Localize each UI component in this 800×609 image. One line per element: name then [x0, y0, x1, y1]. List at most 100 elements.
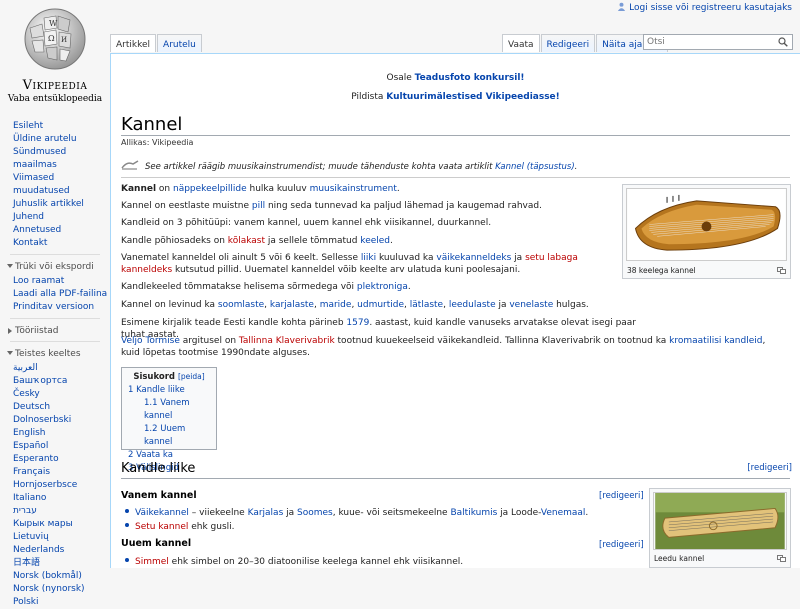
sidebar-divider — [10, 341, 100, 342]
article-link[interactable]: udmurtide — [357, 300, 404, 310]
notice-line-1: Osale Teadusfoto konkursil! — [111, 69, 800, 88]
lang-link[interactable]: Français — [0, 466, 110, 479]
lang-link[interactable]: Hornjoserbsce — [0, 479, 110, 492]
notice-link-photo-contest[interactable]: Teadusfoto konkursil! — [415, 73, 525, 83]
lang-link[interactable]: Polski — [0, 596, 110, 609]
sidebar-item-printable[interactable]: Prinditav versioon — [0, 301, 110, 314]
tab-view[interactable]: Vaata — [502, 34, 540, 52]
lang-link[interactable]: Nederlands — [0, 544, 110, 557]
subsection-heading: Vanem kannel — [121, 490, 197, 501]
article-link[interactable]: venelaste — [509, 300, 553, 310]
sidebar-item-help[interactable]: Juhend — [0, 211, 110, 224]
article-link[interactable]: Väikekannel — [135, 508, 189, 518]
article-link[interactable]: Baltikumis — [450, 508, 497, 518]
edit-section-link[interactable]: [redigeeri] — [599, 540, 644, 550]
edit-section-link[interactable]: [redigeeri] — [599, 491, 644, 501]
article-link[interactable]: leedulaste — [449, 300, 496, 310]
sidebar-item-random[interactable]: Juhuslik artikkel — [0, 198, 110, 211]
missing-article-link[interactable]: Tallinna Klaverivabrik — [239, 336, 335, 346]
disambiguation-icon — [121, 160, 139, 170]
text: , kuue- või seitsmekeelne — [332, 508, 451, 518]
hatnote-divider — [121, 177, 790, 178]
lang-link[interactable]: 日本語 — [0, 557, 110, 570]
leedu-kannel-image[interactable] — [653, 492, 787, 550]
toc-link[interactable]: 2 Vaata ka — [128, 450, 173, 460]
notice-link-monuments[interactable]: Kultuurimälestised Vikipeediasse! — [386, 92, 560, 102]
article-link[interactable]: lätlaste — [410, 300, 443, 310]
lang-link[interactable]: Deutsch — [0, 401, 110, 414]
missing-article-link[interactable]: Simmel — [135, 557, 169, 567]
lang-link[interactable]: Lietuvių — [0, 531, 110, 544]
sidebar-item-discussion[interactable]: Üldine arutelu — [0, 133, 110, 146]
lang-link[interactable]: العربية — [0, 362, 110, 375]
search-icon[interactable] — [778, 37, 788, 47]
page-title: Kannel — [121, 114, 183, 135]
enlarge-icon[interactable] — [777, 267, 786, 274]
article-link[interactable]: väikekanneldeks — [436, 253, 511, 263]
lang-link[interactable]: English — [0, 427, 110, 440]
lang-link[interactable]: Norsk (bokmål) — [0, 570, 110, 583]
article-link[interactable]: plektroniga — [357, 282, 408, 292]
sidebar-divider — [10, 318, 100, 319]
article-link[interactable]: maride — [320, 300, 352, 310]
text: argitusel on — [179, 336, 239, 346]
text: Esimene kirjalik teade Eesti kandle koht… — [121, 318, 347, 328]
lang-link[interactable]: Italiano — [0, 492, 110, 505]
section-heading: Kandle liike — [121, 461, 196, 476]
lang-link[interactable]: Dolnoserbski — [0, 414, 110, 427]
lang-link[interactable]: Español — [0, 440, 110, 453]
article-link[interactable]: muusikainstrument — [310, 184, 397, 194]
article-link[interactable]: kromaatilisi kandleid — [669, 336, 762, 346]
tools-heading[interactable]: Tööriistad — [0, 325, 110, 337]
lang-link[interactable]: Кырык мары — [0, 518, 110, 531]
text: Kannel on levinud ka — [121, 300, 218, 310]
tab-talk[interactable]: Arutelu — [157, 34, 202, 52]
article-link[interactable]: pill — [252, 201, 265, 211]
toc-link[interactable]: 1.2 Uuem kannel — [144, 424, 185, 447]
sidebar-item-contact[interactable]: Kontakt — [0, 237, 110, 250]
article-link[interactable]: Karjalas — [248, 508, 284, 518]
missing-article-link[interactable]: Setu kannel — [135, 522, 188, 532]
sidebar-item-donate[interactable]: Annetused — [0, 224, 110, 237]
article-link[interactable]: näppekeelpillide — [173, 184, 247, 194]
article-link[interactable]: Venemaal — [541, 508, 586, 518]
hatnote-link[interactable]: Kannel (täpsustus) — [495, 162, 575, 172]
edit-section-link[interactable]: [redigeeri] — [747, 463, 792, 473]
lang-link[interactable]: Башҡортса — [0, 375, 110, 388]
enlarge-icon[interactable] — [777, 555, 786, 562]
article-link[interactable]: 1579 — [346, 318, 369, 328]
tab-edit[interactable]: Redigeeri — [540, 34, 596, 52]
lang-link[interactable]: Česky — [0, 388, 110, 401]
sidebar-item-download-pdf[interactable]: Laadi alla PDF-failina — [0, 288, 110, 301]
article-link[interactable]: karjalaste — [270, 300, 314, 310]
toc-link[interactable]: 1 Kandle liike — [128, 385, 185, 395]
kannel-image[interactable] — [626, 188, 787, 261]
toc-hide-toggle[interactable]: [peida] — [178, 372, 205, 381]
lang-link[interactable]: Norsk (nynorsk) — [0, 583, 110, 596]
print-export-heading[interactable]: Trüki või ekspordi — [0, 261, 110, 273]
text: Vanematel kanneldel oli ainult 5 või 6 k… — [121, 253, 361, 263]
sidebar-item-recent-changes[interactable]: Viimased muudatused — [0, 172, 110, 198]
sidebar-item-main-page[interactable]: Esileht — [0, 120, 110, 133]
article-link[interactable]: Soomes — [297, 508, 333, 518]
search-input[interactable] — [644, 35, 775, 49]
login-link[interactable]: Logi sisse või registreeru kasutajaks — [629, 3, 792, 13]
toc-title: Sisukord [peida] — [122, 370, 216, 384]
sidebar-item-create-book[interactable]: Loo raamat — [0, 275, 110, 288]
lang-link[interactable]: עברית — [0, 505, 110, 518]
tab-article[interactable]: Artikkel — [110, 34, 157, 52]
article-link[interactable]: Veljo Tormise — [121, 336, 180, 346]
tagline: Vaba entsüklopeedia — [7, 94, 103, 104]
wiki-logo[interactable]: W Ω И Vikipeedia Vaba entsüklopeedia — [0, 0, 110, 112]
missing-article-link[interactable]: kõlakast — [228, 236, 265, 246]
personal-tools: Logi sisse või registreeru kasutajaks — [617, 2, 792, 13]
sidebar-item-events[interactable]: Sündmused maailmas — [0, 146, 110, 172]
toc-link[interactable]: 1.1 Vanem kannel — [144, 398, 189, 421]
article-link[interactable]: liiki — [361, 253, 376, 263]
article-link[interactable]: soomlaste — [218, 300, 264, 310]
lang-link[interactable]: Esperanto — [0, 453, 110, 466]
title-divider — [121, 135, 790, 136]
languages-heading[interactable]: Teistes keeltes — [0, 348, 110, 360]
hatnote-text: . — [574, 162, 578, 172]
article-link[interactable]: keeled — [360, 236, 390, 246]
